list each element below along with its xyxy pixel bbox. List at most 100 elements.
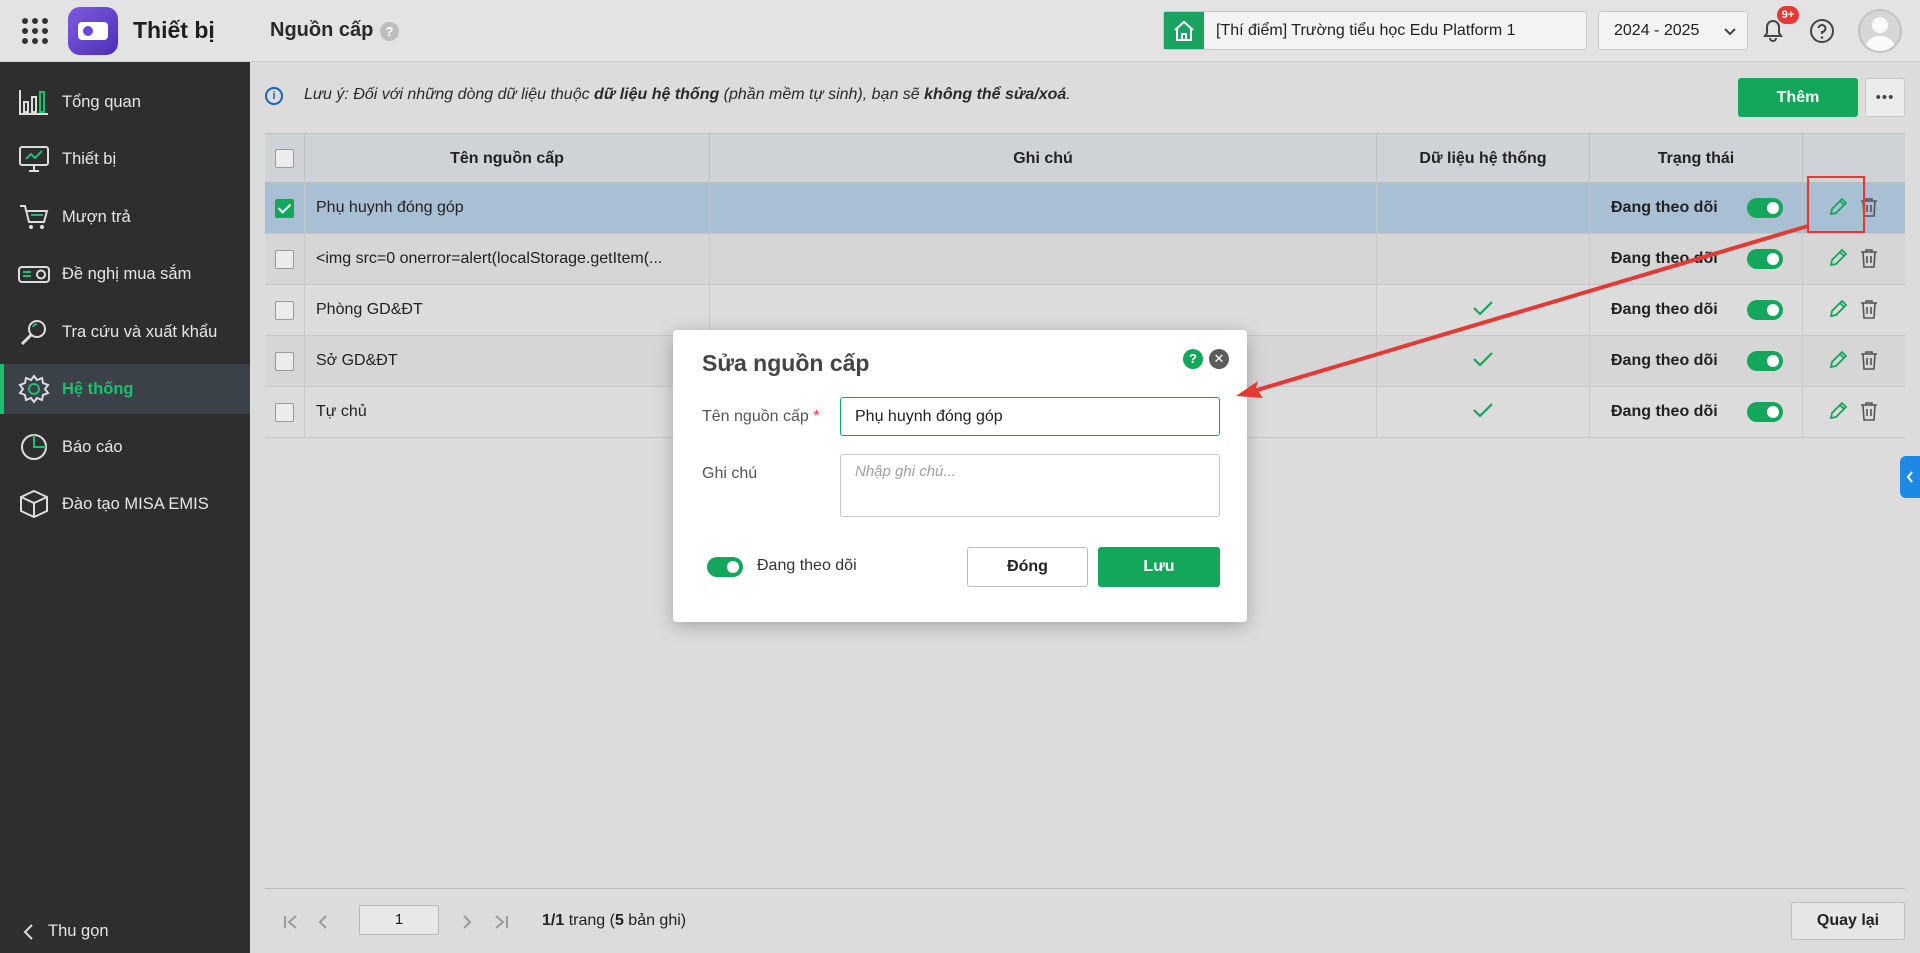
sidebar-item-he-thong[interactable]: Hệ thống	[0, 364, 250, 414]
note-textarea[interactable]	[840, 454, 1220, 517]
school-selector[interactable]: [Thí điểm] Trường tiểu học Edu Platform …	[1163, 11, 1587, 50]
row-checkbox[interactable]	[275, 300, 294, 320]
collapse-label: Thu gọn	[48, 922, 109, 940]
close-icon[interactable]: ✕	[1209, 349, 1229, 369]
avatar[interactable]	[1858, 9, 1902, 53]
sidebar-item-thiet-bi[interactable]: Thiết bị	[0, 134, 250, 184]
save-button[interactable]: Lưu	[1098, 547, 1220, 587]
last-page-icon[interactable]	[493, 915, 509, 929]
apps-grid-icon[interactable]	[22, 18, 48, 44]
app-logo[interactable]	[68, 7, 118, 55]
sidebar-item-bao-cao[interactable]: Báo cáo	[0, 422, 250, 472]
info-icon: i	[265, 87, 283, 105]
close-button[interactable]: Đóng	[967, 547, 1088, 587]
delete-trash-icon[interactable]	[1860, 401, 1878, 421]
row-system-data	[1377, 387, 1590, 437]
row-select-cell	[265, 234, 305, 284]
required-mark: *	[813, 408, 820, 425]
select-all-checkbox[interactable]	[275, 149, 294, 168]
table-row[interactable]: Phòng GD&ĐT Đang theo dõi	[265, 285, 1905, 336]
top-bar: Thiết bị Nguồn cấp ? [Thí điểm] Trường t…	[0, 0, 1920, 62]
sidebar-item-label: Tra cứu và xuất khẩu	[62, 322, 218, 341]
more-options-button[interactable]: •••	[1865, 78, 1905, 117]
row-system-data	[1377, 234, 1590, 284]
delete-trash-icon[interactable]	[1860, 350, 1878, 370]
page-number-input[interactable]: 1	[359, 905, 439, 935]
side-panel-toggle[interactable]	[1900, 456, 1920, 498]
sidebar: Tổng quan Thiết bị Mượn trả Đề nghị mua …	[0, 62, 250, 953]
sidebar-item-de-nghi-mua-sam[interactable]: Đề nghị mua sắm	[0, 249, 250, 299]
chevron-left-icon	[23, 923, 33, 940]
status-toggle[interactable]	[1747, 198, 1783, 218]
row-name: Phụ huynh đóng góp	[305, 183, 710, 233]
name-input[interactable]	[840, 397, 1220, 436]
row-name: Phòng GD&ĐT	[305, 285, 710, 335]
edit-pencil-icon[interactable]	[1827, 298, 1849, 320]
row-checkbox[interactable]	[275, 249, 294, 269]
status-text: Đang theo dõi	[1611, 250, 1718, 267]
row-name: Sở GD&ĐT	[305, 336, 710, 386]
sidebar-item-tong-quan[interactable]: Tổng quan	[0, 77, 250, 127]
collapse-sidebar-button[interactable]: Thu gọn	[22, 922, 109, 941]
status-toggle[interactable]	[1747, 351, 1783, 371]
first-page-icon[interactable]	[283, 915, 299, 929]
projector-icon	[16, 258, 52, 290]
sidebar-item-tra-cuu[interactable]: Tra cứu và xuất khẩu	[0, 307, 250, 357]
tracking-toggle[interactable]	[707, 557, 743, 577]
edit-pencil-icon[interactable]	[1827, 400, 1849, 422]
name-field-label: Tên nguồn cấp *	[702, 408, 820, 425]
note-field-label: Ghi chú	[702, 465, 758, 482]
column-header-system[interactable]: Dữ liệu hệ thống	[1377, 134, 1590, 183]
table-row[interactable]: <img src=0 onerror=alert(localStorage.ge…	[265, 234, 1905, 285]
sidebar-item-dao-tao[interactable]: Đào tạo MISA EMIS	[0, 479, 250, 529]
status-toggle[interactable]	[1747, 402, 1783, 422]
status-text: Đang theo dõi	[1611, 403, 1718, 420]
app-name: Thiết bị	[133, 17, 215, 43]
sidebar-item-label: Đề nghị mua sắm	[62, 264, 192, 283]
back-button[interactable]: Quay lại	[1791, 902, 1905, 940]
dialog-help-icon[interactable]: ?	[1183, 349, 1203, 369]
status-toggle[interactable]	[1747, 300, 1783, 320]
status-text: Đang theo dõi	[1611, 352, 1718, 369]
row-actions	[1803, 336, 1905, 386]
notification-badge: 9+	[1777, 6, 1799, 24]
row-checkbox[interactable]	[275, 402, 294, 422]
next-page-icon[interactable]	[461, 915, 473, 929]
check-icon	[1472, 299, 1494, 322]
dialog-title: Sửa nguồn cấp	[702, 350, 870, 376]
column-header-name[interactable]: Tên nguồn cấp	[305, 134, 710, 183]
row-name: <img src=0 onerror=alert(localStorage.ge…	[305, 234, 710, 284]
edit-pencil-icon[interactable]	[1827, 349, 1849, 371]
row-select-cell	[265, 285, 305, 335]
add-button[interactable]: Thêm	[1738, 78, 1858, 117]
table-header: Tên nguồn cấp Ghi chú Dữ liệu hệ thống T…	[265, 133, 1905, 183]
cart-icon	[16, 201, 52, 233]
page-help-icon[interactable]: ?	[380, 22, 399, 41]
status-toggle[interactable]	[1747, 249, 1783, 269]
sidebar-item-muon-tra[interactable]: Mượn trả	[0, 192, 250, 242]
edit-pencil-icon[interactable]	[1827, 247, 1849, 269]
delete-trash-icon[interactable]	[1860, 248, 1878, 268]
row-checkbox[interactable]	[275, 351, 294, 371]
row-status: Đang theo dõi	[1590, 336, 1803, 386]
check-icon	[1472, 401, 1494, 424]
sidebar-item-label: Báo cáo	[62, 437, 123, 456]
column-header-status[interactable]: Trạng thái	[1590, 134, 1803, 183]
pie-chart-icon	[16, 431, 52, 463]
school-home-icon	[1164, 12, 1204, 49]
pagination-bar: 1 1/1 trang (5 bản ghi) Quay lại	[265, 888, 1905, 953]
row-status: Đang theo dõi	[1590, 285, 1803, 335]
row-checkbox[interactable]	[275, 198, 294, 218]
row-select-cell	[265, 336, 305, 386]
help-circle-icon[interactable]	[1808, 15, 1836, 47]
row-note	[710, 285, 1377, 335]
sidebar-item-label: Thiết bị	[62, 149, 117, 168]
column-header-note[interactable]: Ghi chú	[710, 134, 1377, 183]
prev-page-icon[interactable]	[317, 915, 329, 929]
table-row[interactable]: Phụ huynh đóng góp Đang theo dõi	[265, 183, 1905, 234]
row-system-data	[1377, 336, 1590, 386]
delete-trash-icon[interactable]	[1860, 299, 1878, 319]
row-actions	[1803, 387, 1905, 437]
year-selector[interactable]: 2024 - 2025	[1598, 11, 1748, 50]
monitor-icon	[16, 143, 52, 175]
